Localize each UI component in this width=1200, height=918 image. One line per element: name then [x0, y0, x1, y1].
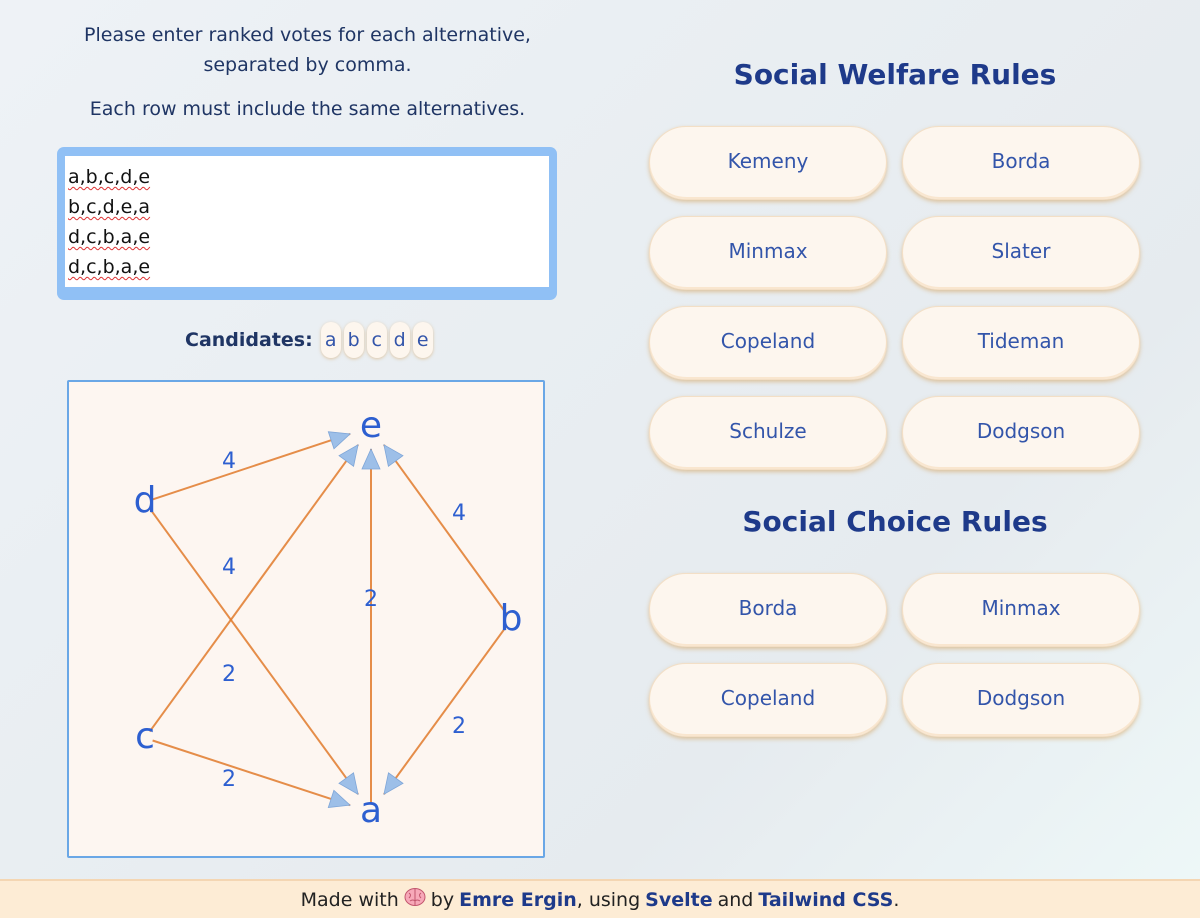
- votes-textarea[interactable]: a,b,c,d,e b,c,d,e,a d,c,b,a,e d,c,b,a,e: [65, 156, 549, 287]
- choice-borda-button[interactable]: Borda: [649, 573, 887, 647]
- graph-node-a: a: [360, 790, 382, 831]
- footer-by: by: [430, 888, 455, 911]
- welfare-title: Social Welfare Rules: [733, 58, 1057, 91]
- majority-graph-svg: 4 4 4 2 2 2 2 e d b c a: [134, 405, 523, 831]
- footer: Made with by Emre Ergin , using Svelte a…: [0, 879, 1200, 918]
- footer-using: , using: [576, 888, 641, 911]
- candidate-chip-b: b: [343, 322, 364, 358]
- choice-title: Social Choice Rules: [742, 505, 1048, 538]
- graph-edge-weight: 2: [222, 662, 236, 687]
- majority-graph: 4 4 4 2 2 2 2 e d b c a: [67, 380, 545, 858]
- welfare-minmax-button[interactable]: Minmax: [649, 216, 887, 290]
- graph-arrow-c-e: [338, 444, 359, 467]
- graph-edge-weight: 2: [452, 714, 466, 739]
- vote-row: a,b,c,d,e: [68, 166, 151, 188]
- choice-dodgson-button[interactable]: Dodgson: [902, 663, 1140, 737]
- welfare-schulze-button[interactable]: Schulze: [649, 396, 887, 470]
- graph-edge-weight: 2: [364, 587, 378, 612]
- graph-node-d: d: [134, 480, 157, 521]
- instruction-text-2: Each row must include the same alternati…: [89, 98, 526, 120]
- vote-row: b,c,d,e,a: [68, 196, 151, 218]
- graph-edge-b-e: [383, 444, 508, 615]
- welfare-tideman-button[interactable]: Tideman: [902, 306, 1140, 380]
- welfare-slater-button[interactable]: Slater: [902, 216, 1140, 290]
- graph-arrow-d-e: [327, 431, 352, 450]
- graph-edge-d-a: [148, 507, 359, 795]
- candidates-row: Candidates: a b c d e: [185, 320, 433, 360]
- graph-arrow-b-e: [383, 444, 404, 467]
- candidate-chip-c: c: [366, 322, 387, 358]
- footer-tailwind-link[interactable]: Tailwind CSS: [758, 889, 893, 911]
- votes-input-frame: a,b,c,d,e b,c,d,e,a d,c,b,a,e d,c,b,a,e: [57, 147, 557, 300]
- footer-period: .: [893, 888, 900, 911]
- welfare-copeland-button[interactable]: Copeland: [649, 306, 887, 380]
- graph-edge-weight: 4: [452, 501, 466, 526]
- welfare-dodgson-button[interactable]: Dodgson: [902, 396, 1140, 470]
- vote-row: d,c,b,a,e: [68, 226, 151, 248]
- vote-row: d,c,b,a,e: [68, 256, 151, 278]
- candidate-chip-e: e: [412, 322, 433, 358]
- graph-edge-weight: 2: [222, 767, 236, 792]
- graph-edge-b-a: [383, 625, 508, 795]
- graph-arrow-d-a: [338, 772, 359, 796]
- graph-node-b: b: [500, 598, 523, 639]
- candidate-chip-a: a: [320, 322, 341, 358]
- graph-edge-c-a: [152, 739, 351, 807]
- candidates-label: Candidates:: [185, 329, 313, 351]
- graph-edge-weight: 4: [222, 555, 236, 580]
- choice-copeland-button[interactable]: Copeland: [649, 663, 887, 737]
- graph-node-c: c: [135, 716, 155, 757]
- graph-edge-c-e: [148, 444, 359, 733]
- footer-svelte-link[interactable]: Svelte: [645, 889, 712, 911]
- graph-arrow-b-a: [383, 772, 404, 796]
- welfare-kemeny-button[interactable]: Kemeny: [649, 126, 887, 200]
- graph-node-e: e: [360, 405, 382, 446]
- candidate-chip-d: d: [389, 322, 410, 358]
- footer-and: and: [717, 888, 754, 911]
- welfare-borda-button[interactable]: Borda: [902, 126, 1140, 200]
- graph-edge-weight: 4: [222, 449, 236, 474]
- graph-edge-d-e: [152, 432, 351, 501]
- choice-minmax-button[interactable]: Minmax: [902, 573, 1140, 647]
- instruction-text: Please enter ranked votes for each alter…: [84, 24, 531, 76]
- brain-icon: [404, 887, 426, 912]
- footer-author-link[interactable]: Emre Ergin: [459, 889, 577, 911]
- graph-arrow-a-e: [361, 448, 381, 470]
- graph-arrow-c-a: [327, 789, 352, 808]
- footer-made-with: Made with: [300, 888, 399, 911]
